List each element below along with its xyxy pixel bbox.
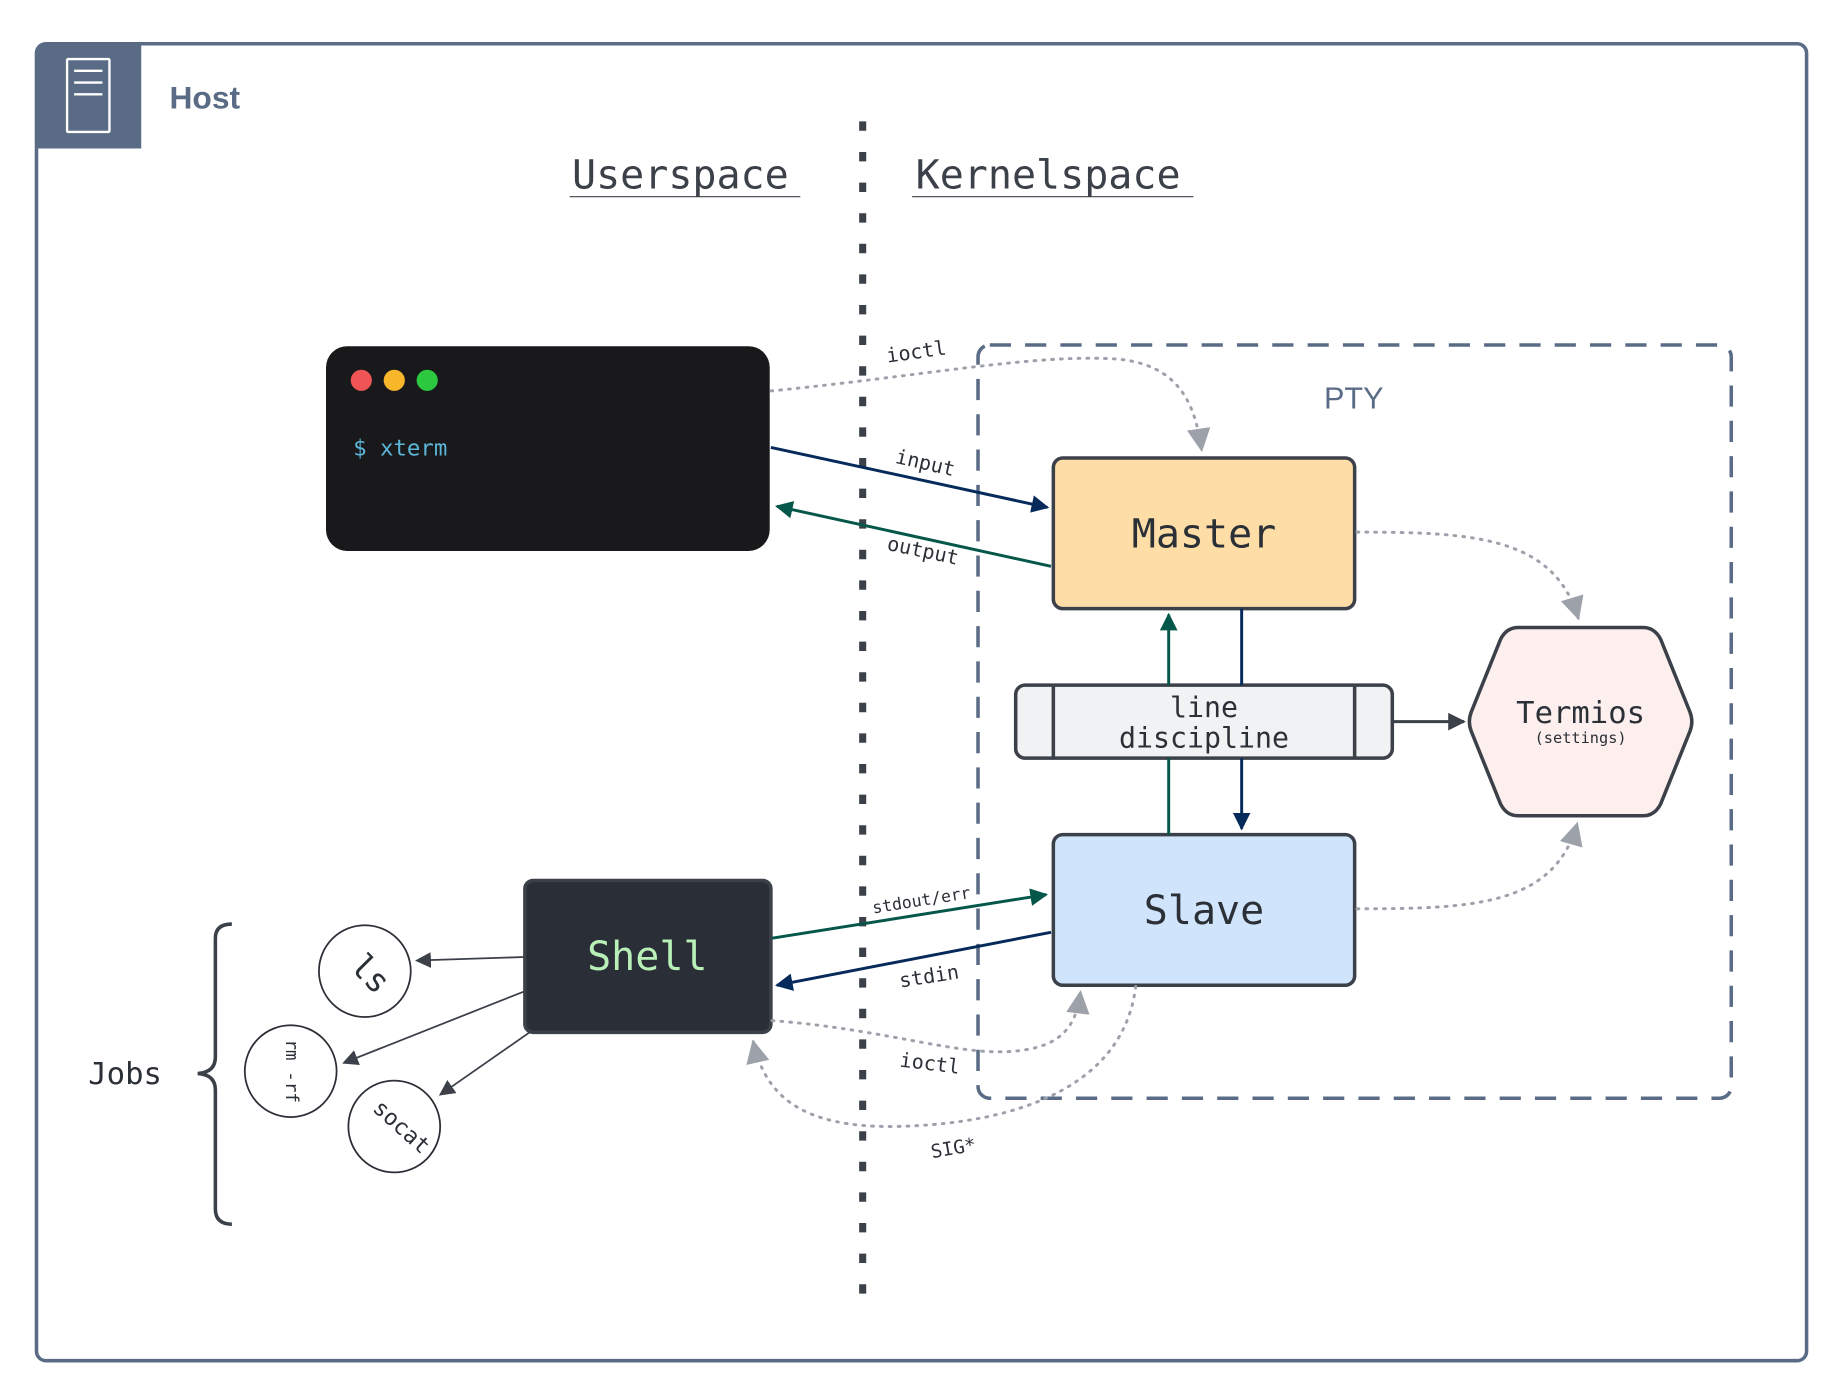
line-discipline-label-1: line bbox=[1170, 691, 1238, 724]
shell-node[interactable]: Shell bbox=[523, 878, 773, 1035]
svg-text:rm -rf: rm -rf bbox=[281, 1039, 301, 1103]
terminal-prompt: $ xterm bbox=[353, 436, 447, 462]
slave-node[interactable]: Slave bbox=[1051, 832, 1357, 988]
job-socat[interactable]: socat bbox=[347, 1079, 442, 1174]
pty-label: PTY bbox=[1324, 382, 1383, 416]
xterm-window[interactable]: $ xterm bbox=[326, 346, 770, 551]
maximize-dot bbox=[416, 369, 438, 391]
line-discipline-label-2: discipline bbox=[1119, 722, 1289, 755]
line-discipline-node[interactable]: line discipline bbox=[1013, 683, 1395, 760]
termios-node[interactable]: Termios (settings) bbox=[1467, 625, 1694, 818]
jobs-label: Jobs bbox=[88, 1057, 162, 1092]
master-label: Master bbox=[1132, 511, 1277, 557]
shell-label: Shell bbox=[587, 934, 707, 980]
master-node[interactable]: Master bbox=[1051, 456, 1357, 611]
slave-label: Slave bbox=[1144, 888, 1264, 934]
userspace-heading: Userspace bbox=[572, 152, 789, 198]
termios-sub: (settings) bbox=[1535, 729, 1627, 747]
close-dot bbox=[350, 369, 372, 391]
job-rm-rf[interactable]: rm -rf bbox=[243, 1024, 338, 1118]
kernelspace-heading: Kernelspace bbox=[916, 152, 1181, 198]
pty-diagram: Host Userspace Kernelspace PTY $ xterm M… bbox=[34, 41, 1809, 1363]
job-ls[interactable]: ls bbox=[318, 924, 412, 1018]
host-title: Host bbox=[169, 79, 240, 115]
termios-label: Termios bbox=[1516, 696, 1645, 731]
minimize-dot bbox=[383, 369, 405, 391]
